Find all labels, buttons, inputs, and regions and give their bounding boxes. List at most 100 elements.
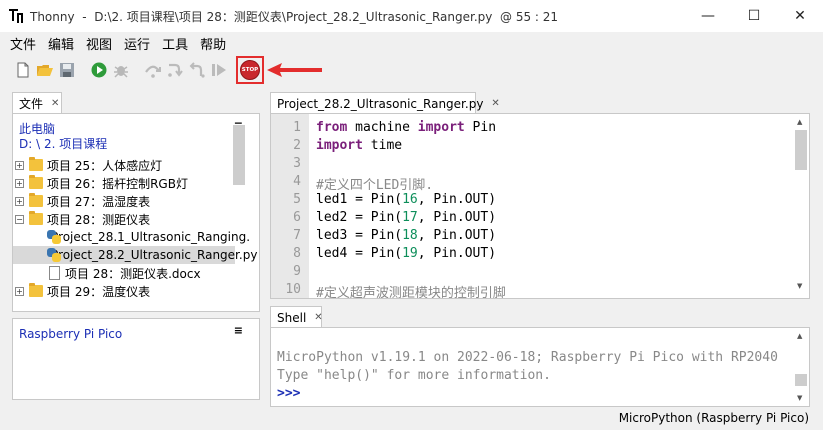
tree-item-project28-1[interactable]: Project_28.1_Ultrasonic_Ranging. [47,228,250,246]
expand-icon[interactable]: + [15,286,24,296]
code-line[interactable]: import time [316,138,402,153]
shell-help-hint: Type "help()" for more information. [277,368,551,383]
run-icon[interactable] [90,61,108,79]
step-out-icon[interactable] [188,61,206,79]
line-number: 9 [293,264,301,279]
save-icon[interactable] [58,61,76,79]
stop-button[interactable]: STOP [240,60,260,80]
menu-view[interactable]: 视图 [80,34,118,53]
document-icon [49,266,60,280]
tree-item-project25[interactable]: + 项目 25：人体感应灯 [15,156,245,174]
code-token: 18 [402,228,418,243]
files-scrollbar-thumb[interactable] [233,125,245,185]
shell-prompt[interactable]: >>> [277,386,300,401]
code-line[interactable]: #定义超声波测距模块的控制引脚 [316,282,506,299]
step-into-icon[interactable] [166,61,184,79]
tab-editor-file[interactable]: Project_28.2_Ultrasonic_Ranger.py ✕ [270,92,500,114]
code-line[interactable]: from machine import Pin [316,120,496,135]
code-token: #定义四个LED引脚. [316,178,434,193]
shell-scrollbar-thumb[interactable] [795,374,807,386]
tab-shell[interactable]: Shell ✕ [270,306,323,328]
tree-item-project29[interactable]: + 项目 29：温度仪表 [15,282,245,300]
scroll-up-icon[interactable]: ▲ [797,332,802,340]
tree-item-project27[interactable]: + 项目 27：温湿度表 [15,192,245,210]
code-token: , Pin.OUT) [417,210,497,225]
open-file-icon[interactable] [36,61,54,79]
device-title[interactable]: Raspberry Pi Pico [19,327,122,341]
code-editor[interactable]: 1 2 3 4 5 6 7 8 9 10 from machine import Pin impor… [270,113,810,299]
code-line[interactable]: led1 = Pin(16, Pin.OUT) [316,192,496,207]
title-bar: Thonny - D:\2. 项目课程\项目 28：测距仪表\Project_2… [0,0,823,32]
code-token: 19 [402,246,418,261]
debug-icon[interactable] [112,61,130,79]
code-token: , Pin.OUT) [417,228,497,243]
menu-file[interactable]: 文件 [4,34,42,53]
menu-bar: 文件 编辑 视图 运行 工具 帮助 [0,32,823,54]
editor-scrollbar-thumb[interactable] [795,130,807,170]
code-line[interactable]: led4 = Pin(19, Pin.OUT) [316,246,496,261]
code-token: import [417,120,465,135]
tree-item-project28[interactable]: − 项目 28：测距仪表 [15,210,245,228]
location-path[interactable]: D: \ 2. 项目课程 [19,135,107,152]
shell-banner: MicroPython v1.19.1 on 2022-06-18; Raspb… [277,350,778,365]
window-title: Thonny - D:\2. 项目课程\项目 28：测距仪表\Project_2… [30,9,559,24]
line-number: 7 [293,228,301,243]
line-number: 8 [293,246,301,261]
maximize-button[interactable]: ☐ [731,0,777,32]
expand-icon[interactable]: + [15,196,24,206]
scroll-down-icon[interactable]: ▼ [797,394,802,402]
code-token: machine [347,120,418,135]
code-token: from [316,120,348,135]
code-line[interactable]: led3 = Pin(18, Pin.OUT) [316,228,496,243]
stop-icon: STOP [241,67,259,73]
interpreter-status[interactable]: MicroPython (Raspberry Pi Pico) [619,411,809,425]
code-token: , Pin.OUT) [417,246,497,261]
resume-icon[interactable] [210,61,228,79]
menu-help[interactable]: 帮助 [194,34,232,53]
expand-icon[interactable]: + [15,160,24,170]
toolbar [0,54,823,86]
code-token: led3 = Pin( [316,228,403,243]
tree-item-project28-2[interactable]: Project_28.2_Ultrasonic_Ranger.py [13,246,257,264]
close-icon[interactable]: ✕ [491,98,499,109]
tree-item-project26[interactable]: + 项目 26：摇杆控制RGB灯 [15,174,245,192]
minimize-button[interactable]: — [685,0,731,32]
close-button[interactable]: ✕ [777,0,823,32]
code-token: led1 = Pin( [316,192,403,207]
scroll-up-icon[interactable]: ▲ [797,118,802,126]
line-number: 10 [285,282,301,297]
device-menu-icon[interactable]: ≡ [234,324,243,337]
tab-files[interactable]: 文件 ✕ [12,92,62,114]
files-panel: 此电脑 D: \ 2. 项目课程 ≡ + 项目 25：人体感应灯 + 项目 26… [12,113,260,312]
menu-edit[interactable]: 编辑 [42,34,80,53]
folder-icon [29,157,43,171]
menu-run[interactable]: 运行 [118,34,156,53]
menu-tools[interactable]: 工具 [156,34,194,53]
code-token: time [362,138,403,153]
close-icon[interactable]: ✕ [314,312,322,323]
collapse-icon[interactable]: − [15,214,24,224]
expand-icon[interactable]: + [15,178,24,188]
tree-item-docx[interactable]: 项目 28：测距仪表.docx [47,264,243,282]
code-token: led4 = Pin( [316,246,403,261]
editor-scrollbar[interactable]: ▲ ▼ [795,118,807,290]
code-line[interactable]: led2 = Pin(17, Pin.OUT) [316,210,496,225]
line-number: 2 [293,138,301,153]
folder-icon [29,175,43,189]
new-file-icon[interactable] [14,61,32,79]
code-token: #定义超声波测距模块的控制引脚 [316,286,506,299]
shell-panel[interactable]: MicroPython v1.19.1 on 2022-06-18; Raspb… [270,327,810,407]
code-token: Pin [464,120,497,135]
code-line[interactable]: #定义四个LED引脚. [316,174,433,193]
step-over-icon[interactable] [144,61,162,79]
close-icon[interactable]: ✕ [51,98,59,109]
folder-icon [29,283,43,297]
code-token: 17 [402,210,418,225]
shell-scrollbar[interactable]: ▲ ▼ [795,332,807,402]
folder-icon [29,193,43,207]
scroll-down-icon[interactable]: ▼ [797,282,802,290]
line-number: 3 [293,156,301,171]
folder-icon [29,211,43,225]
code-token: 16 [402,192,418,207]
thonny-logo-icon [8,8,24,24]
